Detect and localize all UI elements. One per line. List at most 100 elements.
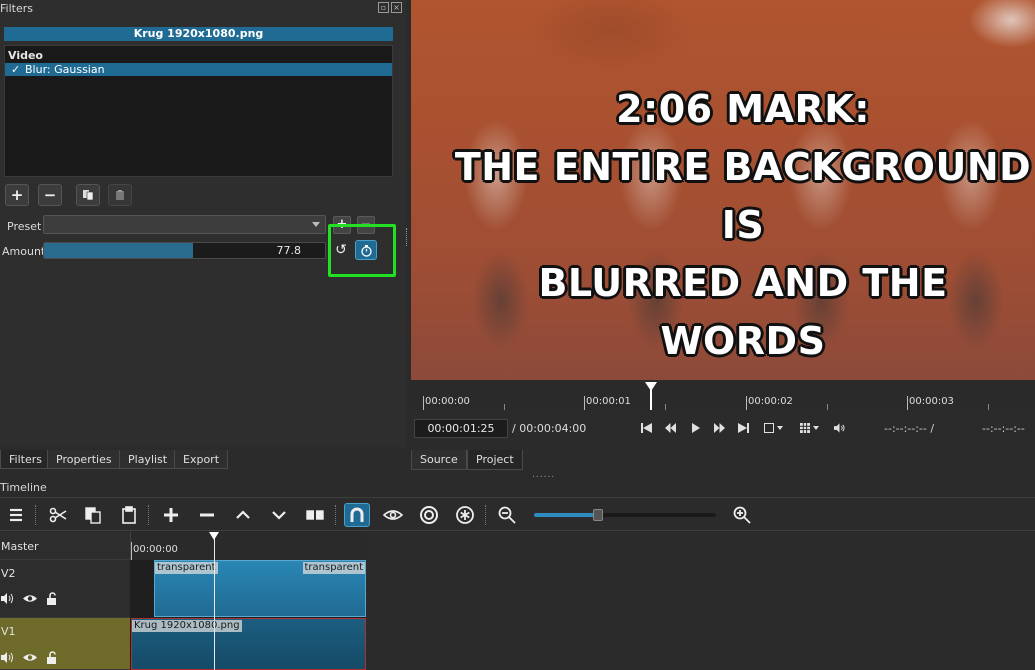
ruler-label-1: 00:00:01: [586, 396, 631, 407]
volume-icon: [833, 423, 845, 433]
panel-window-controls: ▫ ×: [378, 2, 402, 13]
fast-forward-button[interactable]: [711, 421, 727, 435]
timeline-ruler[interactable]: 00:00:00: [130, 532, 366, 560]
append-button[interactable]: [158, 503, 184, 527]
tab-filters[interactable]: Filters: [0, 450, 51, 469]
toolbar-separator: [485, 505, 486, 525]
timeline-playhead[interactable]: [209, 532, 219, 540]
track-header-v1[interactable]: V1: [0, 618, 130, 670]
timeline-empty-area[interactable]: [366, 532, 1035, 670]
paste-button[interactable]: [116, 503, 142, 527]
track-controls: [1, 592, 59, 605]
copy-icon: [83, 190, 94, 201]
track-controls: [1, 651, 59, 664]
zoom-out-icon: [498, 506, 516, 524]
clip-label: Krug 1920x1080.png: [132, 620, 242, 632]
filter-enabled-checkbox[interactable]: ✓: [11, 63, 25, 76]
timecode-field[interactable]: 00:00:01:25: [414, 419, 508, 438]
undock-icon[interactable]: ▫: [378, 2, 389, 13]
add-filter-button[interactable]: +: [5, 184, 29, 206]
splitter-handle[interactable]: [406, 228, 409, 246]
timeline-title: Timeline: [0, 481, 47, 494]
zoom-slider-handle[interactable]: [592, 509, 603, 521]
skip-to-end-button[interactable]: [735, 421, 751, 435]
chevron-up-icon: [236, 510, 250, 519]
track-name: Master: [1, 540, 39, 553]
speaker-icon[interactable]: [1, 651, 15, 664]
remove-filter-button[interactable]: −: [38, 184, 62, 206]
target-icon: [420, 506, 438, 524]
play-button[interactable]: [687, 421, 703, 435]
track-header-v2[interactable]: V2: [0, 560, 130, 618]
tab-properties[interactable]: Properties: [47, 450, 121, 469]
amount-slider[interactable]: 77.8: [43, 242, 326, 259]
clip-v1-image[interactable]: Krug 1920x1080.png: [131, 618, 366, 670]
zoom-in-button[interactable]: [729, 503, 755, 527]
paste-filters-button[interactable]: [108, 184, 132, 206]
rewind-button[interactable]: [662, 421, 678, 435]
overlay-line-3: BLURRED AND THE WORDS: [538, 261, 948, 363]
scissors-icon: [49, 507, 67, 523]
tab-export[interactable]: Export: [174, 450, 229, 469]
filters-panel: Filters ▫ × Krug 1920x1080.png Video ✓ B…: [0, 0, 406, 447]
eye-icon[interactable]: [23, 592, 37, 605]
clip-v2-transparent[interactable]: transparent transparent: [154, 560, 366, 617]
ruler-minor-tick: [504, 404, 505, 410]
cut-button[interactable]: [45, 503, 71, 527]
filter-list[interactable]: Video ✓ Blur: Gaussian: [4, 45, 393, 177]
preset-label: Preset: [7, 220, 42, 233]
chevron-down-icon: [272, 511, 286, 520]
paste-icon: [116, 190, 124, 200]
filter-item-blur-gaussian[interactable]: ✓ Blur: Gaussian: [5, 63, 392, 76]
amount-value: 77.8: [276, 244, 302, 257]
skip-to-start-button[interactable]: [638, 421, 654, 435]
eye-icon[interactable]: [23, 651, 37, 664]
preset-dropdown[interactable]: [43, 215, 326, 234]
ruler-label-2: 00:00:02: [748, 396, 793, 407]
track-header-master[interactable]: Master: [0, 532, 130, 560]
filter-item-label: Blur: Gaussian: [25, 63, 105, 76]
zoom-viewer-dropdown[interactable]: [760, 421, 788, 435]
clip-label-out: transparent: [302, 562, 365, 574]
speaker-icon[interactable]: [1, 592, 15, 605]
ripple-delete-button[interactable]: [194, 503, 220, 527]
filter-group-video: Video: [8, 49, 43, 62]
ripple-all-tracks-button[interactable]: [452, 503, 478, 527]
close-panel-icon[interactable]: ×: [391, 2, 402, 13]
timeline-playhead-line: [214, 532, 215, 670]
player-playhead-line: [650, 388, 652, 410]
player-time-ruler[interactable]: 00:00:00 00:00:01 00:00:02 00:00:03: [411, 382, 1035, 410]
hamburger-menu-icon: [10, 508, 22, 522]
amount-label: Amount: [2, 245, 46, 258]
ripple-toggle-button[interactable]: [416, 503, 442, 527]
timeline-tracks[interactable]: Master V2 V1 00:00:00 transparent transp…: [0, 532, 1035, 670]
ruler-label-0: 00:00:00: [425, 396, 470, 407]
video-viewer[interactable]: 2:06 MARK: THE ENTIRE BACKGROUND IS BLUR…: [411, 0, 1035, 380]
lift-button[interactable]: [230, 503, 256, 527]
overwrite-button[interactable]: [266, 503, 292, 527]
rewind-icon: [664, 423, 676, 433]
unlock-icon[interactable]: [45, 592, 59, 605]
copy-button[interactable]: [80, 503, 106, 527]
tab-source[interactable]: Source: [411, 450, 467, 470]
timeline-menu-button[interactable]: [3, 503, 29, 527]
grid-dropdown[interactable]: [796, 421, 824, 435]
dock-grip[interactable]: ......: [532, 470, 555, 480]
ruler-label-3: 00:00:03: [909, 396, 954, 407]
annotation-highlight-box: [328, 224, 396, 277]
timeline-ruler-tick: [131, 542, 132, 560]
ruler-minor-tick: [988, 404, 989, 410]
amount-slider-fill: [44, 243, 193, 258]
asterisk-circle-icon: [456, 506, 474, 524]
zoom-slider-fill: [534, 513, 598, 517]
unlock-icon[interactable]: [45, 651, 59, 664]
tab-project[interactable]: Project: [467, 450, 523, 470]
ruler-minor-tick: [665, 404, 666, 410]
split-at-playhead-button[interactable]: [302, 503, 328, 527]
tab-playlist[interactable]: Playlist: [119, 450, 177, 469]
copy-filters-button[interactable]: [76, 184, 100, 206]
zoom-out-button[interactable]: [494, 503, 520, 527]
scrub-while-dragging-button[interactable]: [380, 503, 406, 527]
volume-button[interactable]: [831, 421, 847, 435]
snap-toggle-button[interactable]: [344, 503, 370, 527]
